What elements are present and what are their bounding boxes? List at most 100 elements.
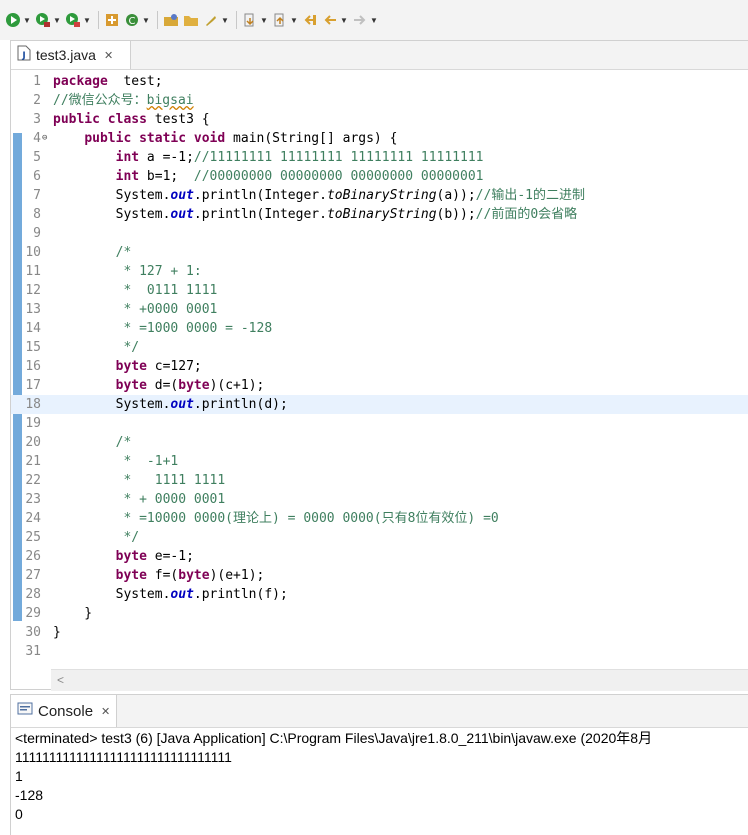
code-line[interactable]: 9 [11,224,748,243]
code-line[interactable]: 28 System.out.println(f); [11,585,748,604]
code-line[interactable]: 18 System.out.println(d); [11,395,748,414]
code-token: .println(Integer. [193,207,327,222]
scroll-left-icon[interactable]: < [57,673,64,687]
code-line[interactable]: 27 byte f=(byte)(e+1); [11,566,748,585]
code-token: */ [53,340,140,355]
code-token: //微信公众号： [53,93,147,108]
code-token: (b)); [436,207,476,222]
pin-button[interactable]: ▼ [202,8,230,32]
code-line[interactable]: 5 int a =-1;//11111111 11111111 11111111… [11,148,748,167]
code-line[interactable]: 21 * -1+1 [11,452,748,471]
code-editor[interactable]: 1 package test; 2 //微信公众号：bigsai 3 public cla… [11,69,748,669]
close-icon[interactable]: ✕ [101,705,110,718]
code-line[interactable]: 24 * =10000 0000(理论上) = 0000 0000(只有8位有效… [11,509,748,528]
code-text: * 0111 1111 [53,281,217,300]
code-text: package test; [53,72,163,91]
code-line[interactable]: 17 byte d=(byte)(c+1); [11,376,748,395]
line-number: 30 [25,625,41,640]
forward-button[interactable]: ▼ [351,8,379,32]
new-project-button[interactable] [162,8,180,32]
code-line[interactable]: 1 package test; [11,72,748,91]
code-text: System.out.println(f); [53,585,288,604]
code-token: //前面的0会省略 [475,207,578,222]
code-line[interactable]: 29 } [11,604,748,623]
code-text: * 127 + 1: [53,262,201,281]
line-number: 6 [33,169,41,184]
next-annotation-button[interactable]: ▼ [241,8,269,32]
fold-toggle-icon[interactable]: ⊖ [42,129,47,148]
code-line[interactable]: 7 System.out.println(Integer.toBinaryStr… [11,186,748,205]
chevron-down-icon[interactable]: ▼ [22,11,32,29]
code-text: * -1+1 [53,452,178,471]
last-edit-button[interactable] [301,8,319,32]
chevron-down-icon[interactable]: ▼ [141,11,151,29]
code-line[interactable]: 10 /* [11,243,748,262]
code-line[interactable]: 22 * 1111 1111 [11,471,748,490]
debug-icon [4,11,22,29]
java-file-icon: J [17,45,31,66]
code-line[interactable]: 30} [11,623,748,642]
prev-annotation-button[interactable]: ▼ [271,8,299,32]
line-number: 20 [25,435,41,450]
code-line[interactable]: 8 System.out.println(Integer.toBinaryStr… [11,205,748,224]
coverage-button[interactable]: ▼ [64,8,92,32]
code-token: )(e+1); [209,568,265,583]
svg-text:C: C [129,16,136,27]
code-token: */ [53,530,140,545]
code-line[interactable]: 15 */ [11,338,748,357]
external-tools-button[interactable] [103,8,121,32]
code-token: } [53,625,61,640]
tab-test3-java[interactable]: J test3.java ✕ [11,41,131,69]
code-text: byte e=-1; [53,547,194,566]
code-text: * 1111 1111 [53,471,225,490]
code-line[interactable]: 4 ⊖ public static void main(String[] args… [11,129,748,148]
code-line[interactable]: 6 int b=1; //00000000 00000000 00000000 … [11,167,748,186]
code-line[interactable]: 3 public class test3 { [11,110,748,129]
code-token: package [53,74,108,89]
line-number: 22 [25,473,41,488]
code-line[interactable]: 31 [11,642,748,661]
close-icon[interactable]: ✕ [104,49,113,62]
chevron-down-icon[interactable]: ▼ [369,11,379,29]
horizontal-scrollbar[interactable]: < [51,669,748,691]
code-text: /* [53,433,132,452]
code-line[interactable]: 2 //微信公众号：bigsai [11,91,748,110]
code-line[interactable]: 20 /* [11,433,748,452]
code-line[interactable]: 12 * 0111 1111 [11,281,748,300]
new-java-package-button[interactable]: C ▼ [123,8,151,32]
code-token: * 0111 1111 [53,283,218,298]
chevron-down-icon[interactable]: ▼ [82,11,92,29]
code-line[interactable]: 19 [11,414,748,433]
console-output-line: 11111111111111111111111111111111 [15,749,232,765]
code-text: byte c=127; [53,357,202,376]
debug-button[interactable]: ▼ [4,8,32,32]
chevron-down-icon[interactable]: ▼ [289,11,299,29]
code-token: f=( [146,568,179,583]
chevron-down-icon[interactable]: ▼ [259,11,269,29]
open-folder-button[interactable] [182,8,200,32]
line-number: 2 [33,93,41,108]
code-line[interactable]: 26 byte e=-1; [11,547,748,566]
chevron-down-icon[interactable]: ▼ [220,11,230,29]
run-button[interactable]: ▼ [34,8,62,32]
code-token: * =1000 0000 = -128 [53,321,273,336]
code-token: byte [115,568,147,583]
code-token: //00000000 00000000 00000000 00000001 [193,169,484,184]
code-line[interactable]: 11 * 127 + 1: [11,262,748,281]
code-token: * +0000 0001 [53,302,218,317]
chevron-down-icon[interactable]: ▼ [52,11,62,29]
code-line[interactable]: 16 byte c=127; [11,357,748,376]
code-line[interactable]: 13 * +0000 0001 [11,300,748,319]
chevron-down-icon[interactable]: ▼ [339,11,349,29]
tab-label: test3.java [36,47,96,63]
new-project-icon [162,11,180,29]
code-line[interactable]: 14 * =1000 0000 = -128 [11,319,748,338]
back-button[interactable]: ▼ [321,8,349,32]
code-token: void [193,131,226,146]
tab-console[interactable]: Console ✕ [11,695,117,727]
code-line[interactable]: 25 */ [11,528,748,547]
code-line[interactable]: 23 * + 0000 0001 [11,490,748,509]
